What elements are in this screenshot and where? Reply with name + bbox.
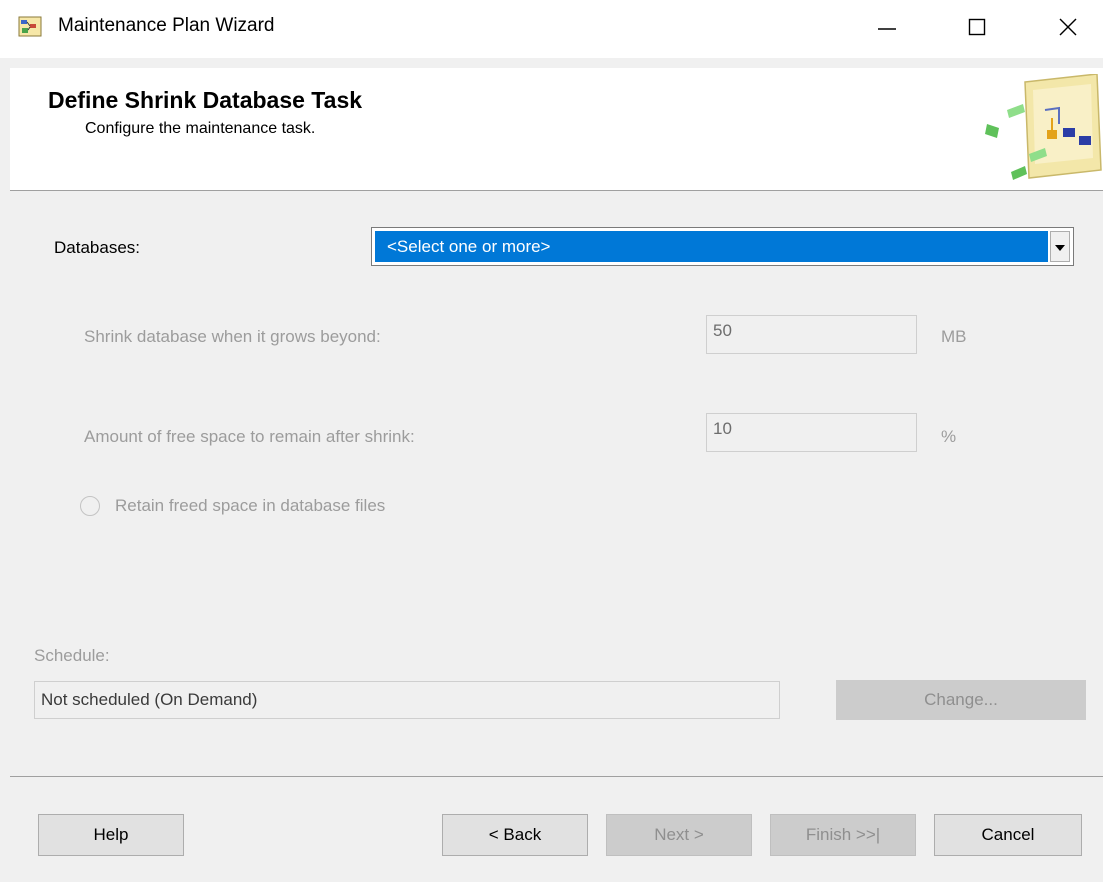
databases-dropdown-value[interactable]: <Select one or more>: [375, 231, 1048, 262]
finish-button[interactable]: Finish >>|: [770, 814, 916, 856]
cancel-button[interactable]: Cancel: [934, 814, 1082, 856]
page-subtitle: Configure the maintenance task.: [85, 120, 316, 137]
wizard-flow-graphic: [985, 73, 1103, 186]
databases-label: Databases:: [54, 238, 140, 257]
help-button[interactable]: Help: [38, 814, 184, 856]
maximize-icon: [967, 17, 987, 42]
title-bar[interactable]: Maintenance Plan Wizard: [0, 0, 1103, 58]
free-space-label: Amount of free space to remain after shr…: [84, 427, 415, 446]
schedule-field: Not scheduled (On Demand): [34, 681, 780, 719]
wizard-header: Define Shrink Database Task Configure th…: [10, 68, 1103, 191]
dropdown-arrow-button[interactable]: [1050, 231, 1070, 262]
change-schedule-button[interactable]: Change...: [836, 680, 1086, 720]
shrink-threshold-label: Shrink database when it grows beyond:: [84, 327, 381, 346]
retain-freed-space-radio[interactable]: [80, 496, 100, 516]
footer-separator: [10, 776, 1103, 777]
minimize-icon: [877, 17, 897, 42]
free-space-input[interactable]: 10: [706, 413, 917, 452]
shrink-threshold-input[interactable]: 50: [706, 315, 917, 354]
maintenance-plan-icon[interactable]: [18, 15, 44, 39]
page-title: Define Shrink Database Task: [48, 87, 363, 113]
minimize-button[interactable]: [864, 9, 910, 49]
shrink-unit-label: MB: [941, 327, 967, 346]
back-button[interactable]: < Back: [442, 814, 588, 856]
retain-freed-space-label: Retain freed space in database files: [115, 496, 386, 515]
maximize-button[interactable]: [954, 9, 1000, 49]
window-title: Maintenance Plan Wizard: [58, 15, 275, 36]
databases-dropdown[interactable]: <Select one or more>: [371, 227, 1074, 266]
schedule-label: Schedule:: [34, 646, 110, 665]
close-button[interactable]: [1045, 9, 1091, 49]
next-button[interactable]: Next >: [606, 814, 752, 856]
free-space-unit-label: %: [941, 427, 957, 446]
close-icon: [1058, 17, 1078, 42]
chevron-down-icon: [1055, 238, 1065, 256]
